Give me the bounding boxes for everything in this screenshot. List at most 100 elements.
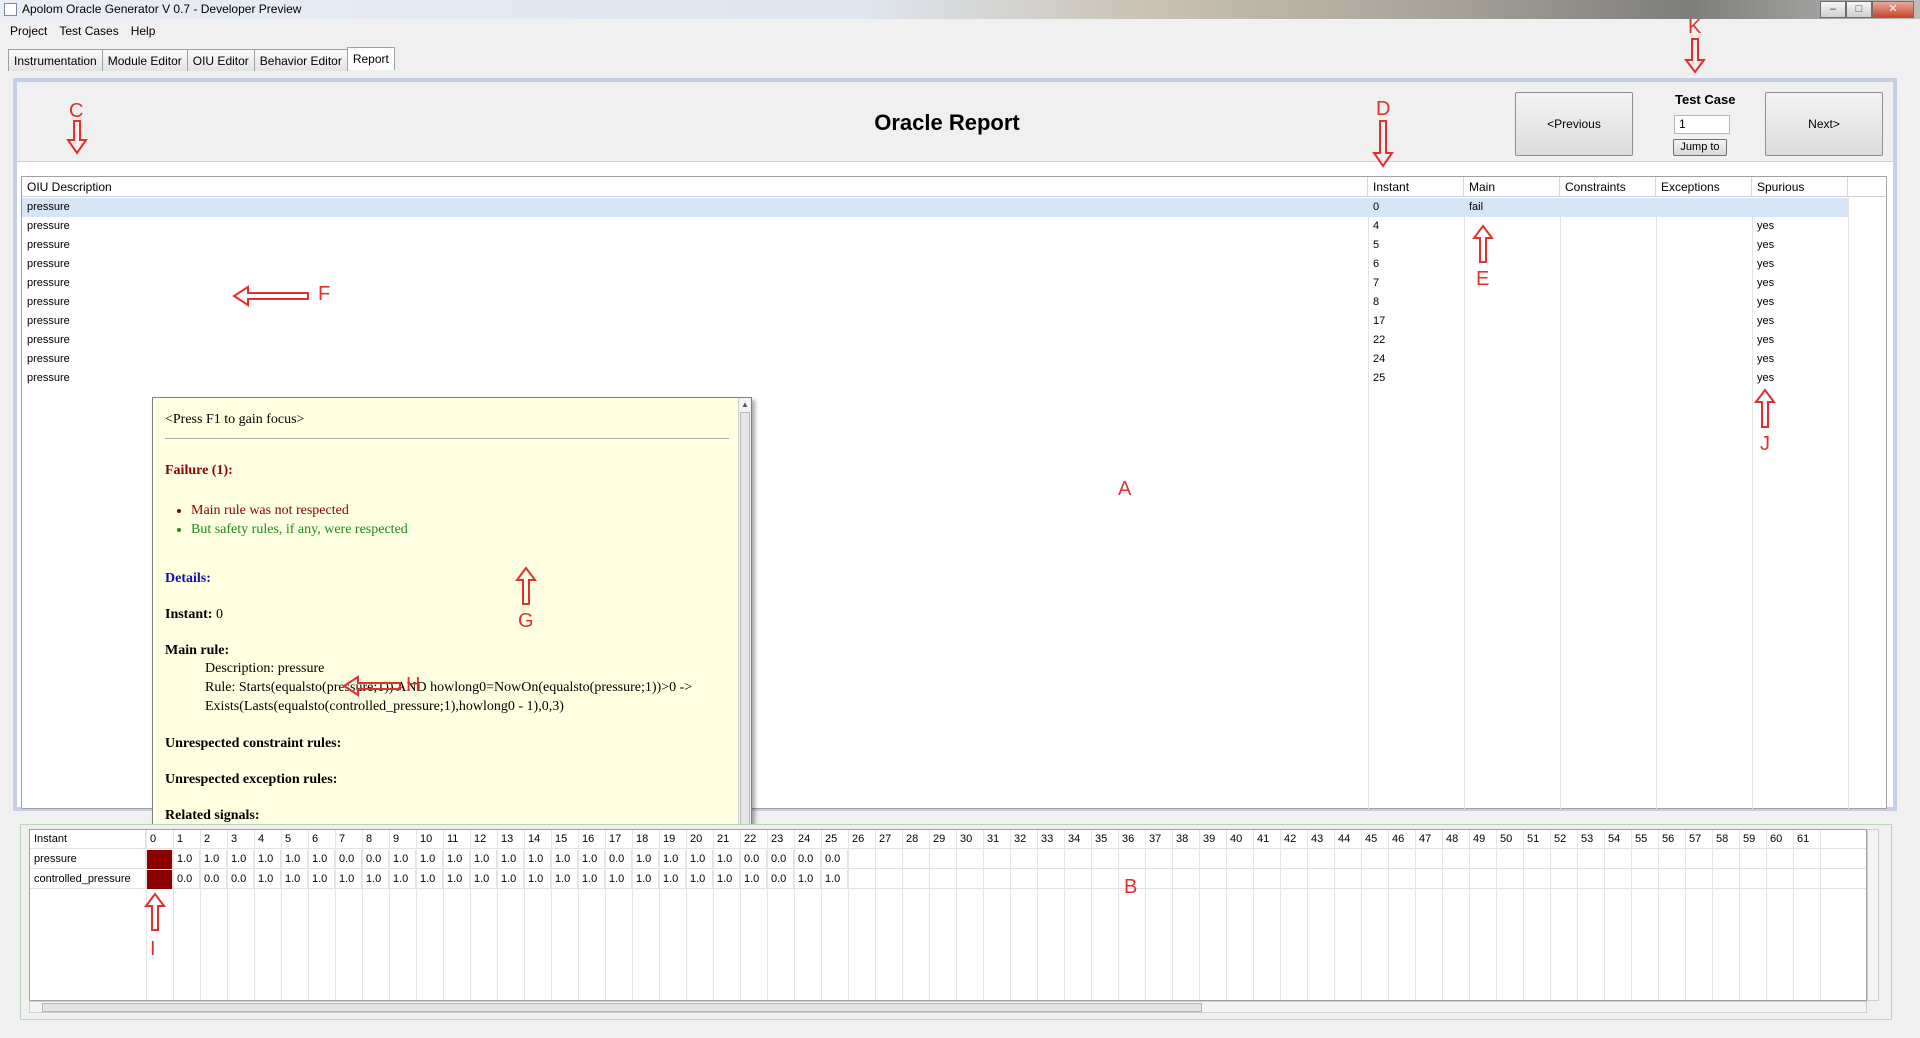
signal-value-cell: 1.0 (686, 850, 713, 869)
minimize-button[interactable]: – (1820, 1, 1846, 18)
col-oiu-description[interactable]: OIU Description (22, 177, 1368, 197)
annotation-i: I (150, 938, 156, 960)
test-case-input[interactable]: 1 (1674, 115, 1730, 134)
tab-oiu-editor[interactable]: OIU Editor (186, 49, 255, 71)
jump-to-button[interactable]: Jump to (1673, 139, 1727, 156)
signals-header-label: Instant (30, 830, 146, 849)
cell-instant: 4 (1373, 220, 1380, 232)
cell-constraints (1560, 369, 1656, 388)
table-row[interactable]: pressure 0 fail (22, 198, 1848, 217)
instant-header-cell: 54 (1608, 833, 1621, 845)
cell-main (1464, 369, 1560, 388)
scrollbar-thumb[interactable] (740, 412, 750, 882)
table-row[interactable]: pressure 4 yes (22, 217, 1886, 236)
instant-header-cell: 47 (1419, 833, 1432, 845)
table-row[interactable]: pressure 22 yes (22, 331, 1886, 350)
instant-header-cell: 44 (1338, 833, 1351, 845)
grid-line (713, 830, 714, 1000)
signal-value-cell: 1.0 (821, 870, 848, 889)
grid-line (173, 830, 174, 1000)
scrollbar-thumb[interactable] (42, 1003, 1202, 1012)
cell-main (1464, 293, 1560, 312)
cell-spurious: yes (1757, 334, 1775, 346)
signal-name: controlled_pressure (30, 870, 146, 889)
grid-line (416, 830, 417, 1000)
signal-value-cell: 1.0 (227, 850, 254, 869)
cell-spurious: yes (1757, 277, 1775, 289)
tab-behavior-editor[interactable]: Behavior Editor (253, 49, 348, 71)
col-exceptions[interactable]: Exceptions (1656, 177, 1752, 197)
grid-line (1604, 830, 1605, 1000)
grid-line (335, 830, 336, 1000)
signal-value-cell: 1.0 (497, 850, 524, 869)
instant-header-cell: 13 (501, 833, 514, 845)
cell-spurious: yes (1757, 296, 1775, 308)
grid-line (308, 830, 309, 1000)
signals-horizontal-scrollbar[interactable] (29, 1001, 1867, 1013)
instant-header-cell: 28 (906, 833, 919, 845)
instant-header-cell: 10 (420, 833, 433, 845)
grid-line (1064, 830, 1065, 1000)
grid-line (740, 830, 741, 1000)
signal-value-cell: 0.0 (767, 870, 794, 889)
next-button[interactable]: Next> (1765, 92, 1883, 156)
table-row[interactable]: pressure 6 yes (22, 255, 1886, 274)
grid-line (1172, 830, 1173, 1000)
menu-test-cases[interactable]: Test Cases (53, 24, 124, 38)
table-row[interactable]: pressure 25 yes (22, 369, 1886, 388)
grid-line (1145, 830, 1146, 1000)
instant-header-cell: 0 (150, 833, 157, 845)
instant-header-cell: 5 (285, 833, 292, 845)
cell-constraints (1560, 198, 1656, 217)
tab-instrumentation[interactable]: Instrumentation (8, 49, 103, 71)
tooltip-scrollbar[interactable]: ▲ ▼ (738, 398, 751, 896)
cell-instant: 17 (1373, 315, 1386, 327)
signal-value-cell: 1.0 (254, 850, 281, 869)
close-button[interactable]: ✕ (1872, 1, 1914, 18)
previous-button[interactable]: <Previous (1515, 92, 1633, 156)
table-row[interactable]: pressure 7 yes (22, 274, 1886, 293)
cell-constraints (1560, 350, 1656, 369)
menu-help[interactable]: Help (125, 24, 162, 38)
col-spurious[interactable]: Spurious (1752, 177, 1848, 197)
cell-spurious: yes (1757, 220, 1775, 232)
instant-value: 0 (215, 607, 223, 622)
cell-constraints (1560, 255, 1656, 274)
signal-value-cell: 1.0 (416, 870, 443, 889)
col-constraints[interactable]: Constraints (1560, 177, 1656, 197)
instant-header-cell: 17 (609, 833, 622, 845)
cell-main: fail (1469, 201, 1484, 213)
instant-header-cell: 3 (231, 833, 238, 845)
instant-header-cell: 51 (1527, 833, 1540, 845)
main-rule-title: Main rule: (165, 643, 230, 658)
grid-line (794, 830, 795, 1000)
cell-oiu-description: pressure (27, 258, 70, 270)
tab-report[interactable]: Report (346, 47, 395, 70)
table-row[interactable]: pressure 17 yes (22, 312, 1886, 331)
scroll-up-icon[interactable]: ▲ (739, 398, 751, 411)
signals-vertical-scrollbar[interactable] (1867, 829, 1879, 1001)
instant-header-cell: 59 (1743, 833, 1756, 845)
grid-line (1658, 830, 1659, 1000)
col-main[interactable]: Main (1464, 177, 1560, 197)
tab-module-editor[interactable]: Module Editor (101, 49, 188, 71)
signal-value-cell: 1.0 (200, 850, 227, 869)
table-row[interactable]: pressure 8 yes (22, 293, 1886, 312)
menu-project[interactable]: Project (4, 24, 53, 38)
annotation-j: J (1760, 433, 1770, 455)
instant-header-cell: 36 (1122, 833, 1135, 845)
grid-line (605, 830, 606, 1000)
cell-exceptions (1656, 331, 1752, 350)
table-row[interactable]: pressure 5 yes (22, 236, 1886, 255)
signal-value-cell: 1.0 (470, 870, 497, 889)
cell-exceptions (1656, 236, 1752, 255)
maximize-button[interactable]: □ (1846, 1, 1872, 18)
cell-spurious: yes (1757, 258, 1775, 270)
annotation-c: C (69, 100, 84, 122)
details-tooltip[interactable]: <Press F1 to gain focus> Failure (1): Ma… (152, 397, 752, 897)
instant-header-cell: 39 (1203, 833, 1216, 845)
instant-header-cell: 31 (987, 833, 1000, 845)
grid-line (1307, 830, 1308, 1000)
col-instant[interactable]: Instant (1368, 177, 1464, 197)
table-row[interactable]: pressure 24 yes (22, 350, 1886, 369)
